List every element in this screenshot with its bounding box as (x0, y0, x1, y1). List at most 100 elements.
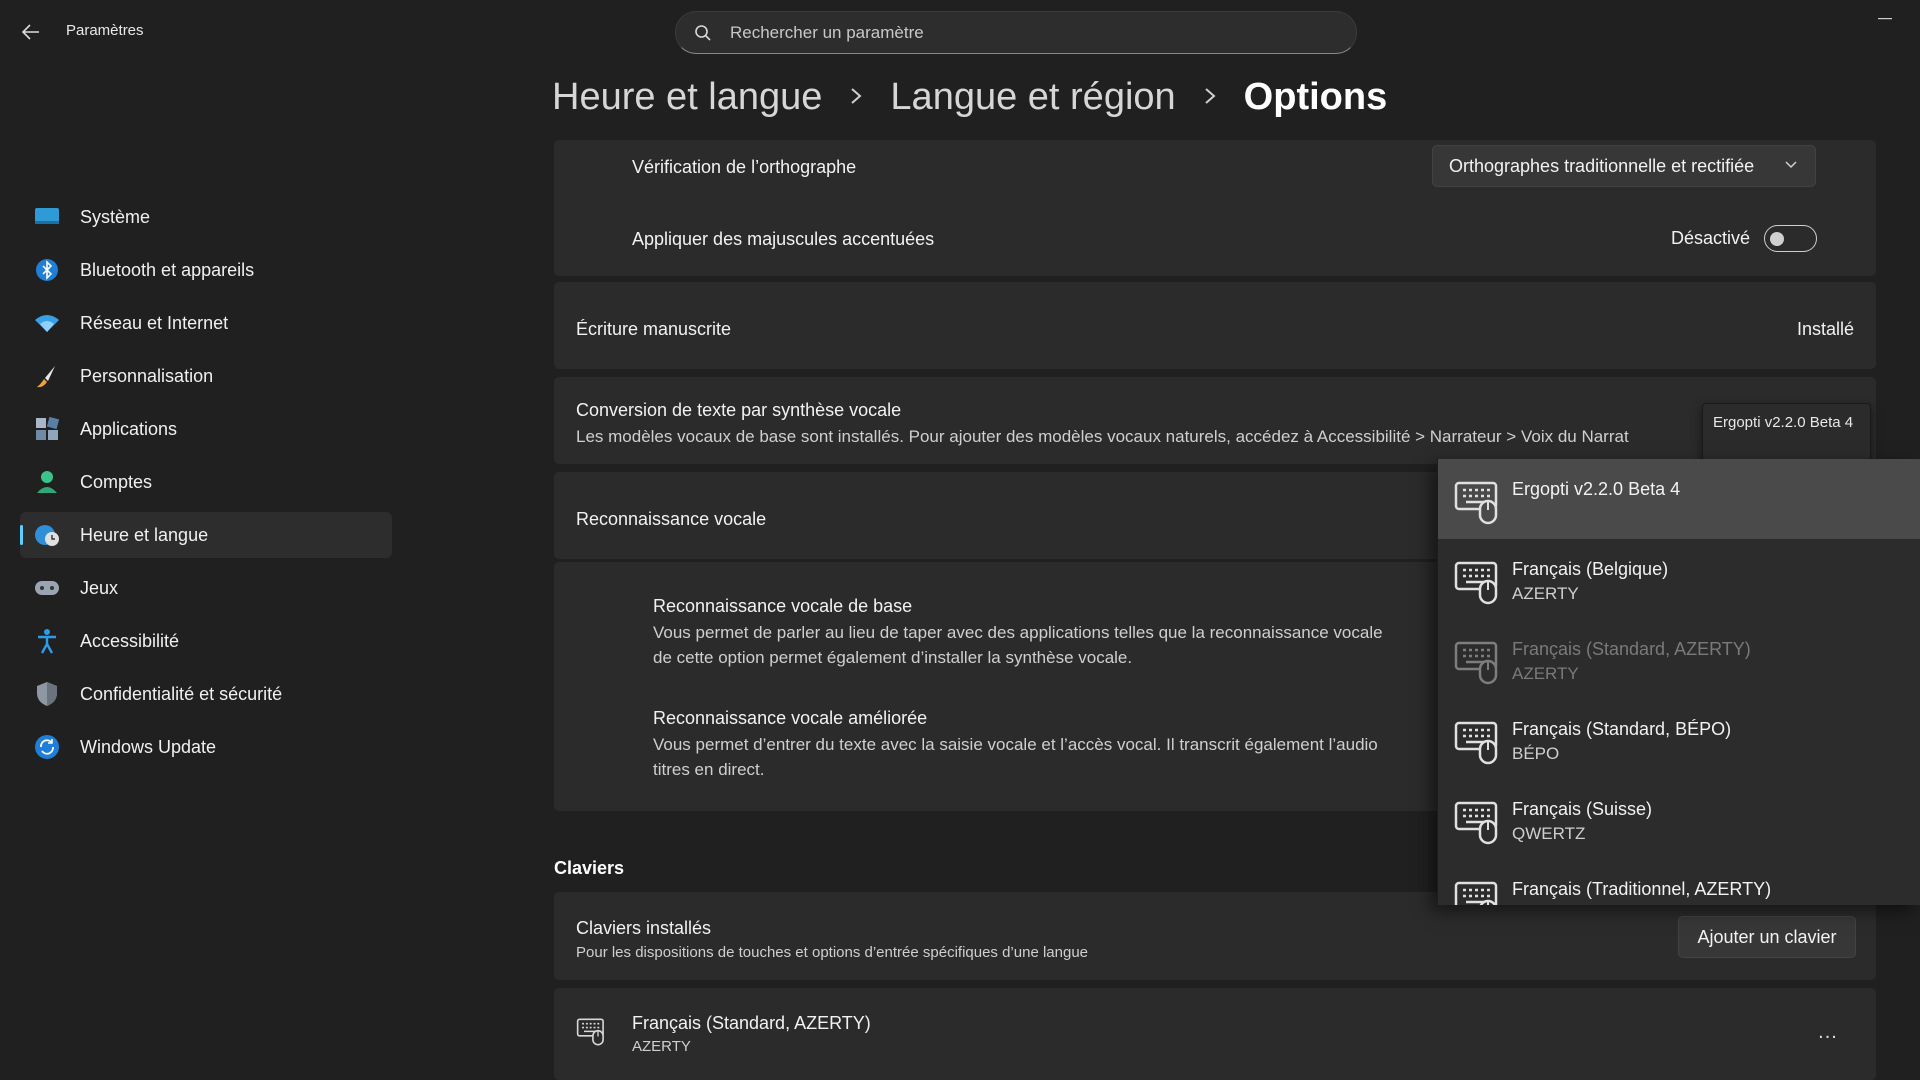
sidebar-item-label: Système (80, 206, 151, 227)
popup-item-standard-azerty: Français (Standard, AZERTY) AZERTY (1438, 619, 1920, 699)
accented-caps-toggle[interactable] (1764, 225, 1817, 252)
keyboard-icon (1454, 801, 1498, 845)
toggle-knob (1770, 232, 1784, 246)
monitor-icon (34, 204, 60, 230)
globe-clock-icon (34, 522, 60, 548)
chevron-right-icon (1204, 84, 1216, 112)
keyboard-icon (1454, 561, 1498, 605)
popup-item-name: Français (Standard, AZERTY) (1512, 639, 1751, 659)
tts-description: Les modèles vocaux de base sont installé… (576, 427, 1629, 446)
popup-item-name: Français (Suisse) (1512, 799, 1653, 819)
popup-item-traditionnel[interactable]: Français (Traditionnel, AZERTY) (1438, 859, 1920, 905)
installed-keyboards-desc: Pour les dispositions de touches et opti… (576, 944, 1089, 961)
popup-item-name: Ergopti v2.2.0 Beta 4 (1512, 479, 1681, 499)
toggle-state-label: Désactivé (1671, 228, 1751, 248)
sidebar-item-confidentialite[interactable]: Confidentialité et sécurité (20, 671, 392, 717)
popup-item-standard-bepo[interactable]: Français (Standard, BÉPO) BÉPO (1438, 699, 1920, 779)
sidebar-item-label: Windows Update (80, 736, 217, 757)
search-input[interactable] (730, 22, 1290, 43)
sidebar-item-reseau[interactable]: Réseau et Internet (20, 300, 392, 346)
brush-icon (34, 363, 60, 389)
keyboard-icon (576, 1018, 606, 1051)
handwriting-label: Écriture manuscrite (576, 319, 732, 339)
popup-item-suisse[interactable]: Français (Suisse) QWERTZ (1438, 779, 1920, 859)
sidebar-item-label: Réseau et Internet (80, 312, 229, 333)
keyboard-icon (1454, 641, 1498, 685)
popup-item-name: Français (Belgique) (1512, 559, 1669, 579)
wifi-icon (34, 310, 60, 336)
basic-speech-line1: Vous permet de parler au lieu de taper a… (653, 623, 1383, 642)
sidebar-item-jeux[interactable]: Jeux (20, 565, 392, 611)
enhanced-speech-line2: titres en direct. (653, 760, 765, 779)
popup-item-belgique[interactable]: Français (Belgique) AZERTY (1438, 539, 1920, 619)
sidebar-item-label: Confidentialité et sécurité (80, 683, 283, 704)
handwriting-card (554, 282, 1876, 369)
breadcrumb-heure-langue[interactable]: Heure et langue (552, 76, 822, 119)
enhanced-speech-title: Reconnaissance vocale améliorée (653, 708, 928, 728)
shield-icon (34, 681, 60, 707)
sidebar-item-label: Heure et langue (80, 524, 209, 545)
minimize-icon (1878, 18, 1892, 20)
sidebar-item-systeme[interactable]: Système (20, 194, 392, 240)
tooltip: Ergopti v2.2.0 Beta 4 (1702, 403, 1871, 461)
enhanced-speech-line1: Vous permet d’entrer du texte avec la sa… (653, 735, 1378, 754)
back-button[interactable] (14, 16, 48, 48)
chevron-down-icon (1785, 158, 1797, 172)
sidebar-item-heure-langue[interactable]: Heure et langue (20, 512, 392, 558)
update-icon (34, 734, 60, 760)
popup-item-layout: AZERTY (1512, 584, 1579, 603)
user-icon (34, 469, 60, 495)
basic-speech-line2: de cette option permet également d’insta… (653, 648, 1133, 667)
minimize-button[interactable] (1876, 10, 1894, 28)
chevron-right-icon (850, 84, 862, 112)
breadcrumb: Heure et langue Langue et région Options (552, 76, 1387, 119)
keyboard-item-row (554, 988, 1876, 1080)
sidebar-item-accessibilite[interactable]: Accessibilité (20, 618, 392, 664)
popup-item-name: Français (Standard, BÉPO) (1512, 719, 1732, 739)
handwriting-status: Installé (1797, 319, 1855, 339)
installed-keyboards-label: Claviers installés (576, 918, 712, 938)
sidebar-item-comptes[interactable]: Comptes (20, 459, 392, 505)
speech-recognition-label: Reconnaissance vocale (576, 509, 767, 529)
spellcheck-value: Orthographes traditionnelle et rectifiée (1449, 155, 1755, 176)
popup-item-layout: AZERTY (1512, 664, 1579, 683)
keyboard-layout: AZERTY (632, 1038, 691, 1055)
spellcheck-dropdown[interactable]: Orthographes traditionnelle et rectifiée (1432, 145, 1816, 187)
popup-item-ergopti[interactable]: Ergopti v2.2.0 Beta 4 (1438, 459, 1920, 539)
sidebar-item-label: Personnalisation (80, 365, 214, 386)
popup-item-layout: QWERTZ (1512, 824, 1586, 843)
sidebar-item-label: Comptes (80, 471, 153, 492)
sidebar-nav: Système Bluetooth et appareils Réseau et… (20, 194, 392, 777)
more-options-button[interactable]: ... (1810, 1018, 1846, 1046)
keyboard-icon (1454, 881, 1498, 905)
accessibility-icon (34, 628, 60, 654)
sidebar-item-label: Accessibilité (80, 630, 180, 651)
popup-item-layout: BÉPO (1512, 744, 1560, 763)
sidebar-item-label: Bluetooth et appareils (80, 259, 255, 280)
search-icon (695, 24, 711, 41)
page-title: Options (1243, 76, 1388, 118)
add-keyboard-button[interactable]: Ajouter un clavier (1678, 916, 1856, 958)
tts-label: Conversion de texte par synthèse vocale (576, 400, 902, 420)
keyboard-popup-list: Ergopti v2.2.0 Beta 4 Français (Belgique… (1437, 459, 1920, 905)
sidebar-item-bluetooth[interactable]: Bluetooth et appareils (20, 247, 392, 293)
back-arrow-icon (22, 24, 39, 40)
sidebar-item-applications[interactable]: Applications (20, 406, 392, 452)
gamepad-icon (34, 575, 60, 601)
sidebar-item-label: Applications (80, 418, 178, 439)
keyboard-icon (1454, 481, 1498, 525)
sidebar-item-label: Jeux (80, 577, 119, 598)
popup-item-name: Français (Traditionnel, AZERTY) (1512, 879, 1772, 899)
app-title: Paramètres (66, 22, 144, 39)
sidebar-item-windows-update[interactable]: Windows Update (20, 724, 392, 770)
search-box[interactable] (675, 11, 1357, 54)
keyboards-section-title: Claviers (554, 858, 625, 878)
keyboard-icon (1454, 721, 1498, 765)
basic-speech-title: Reconnaissance vocale de base (653, 596, 913, 616)
spellcheck-label: Vérification de l’orthographe (632, 157, 857, 177)
breadcrumb-langue-region[interactable]: Langue et région (890, 76, 1175, 119)
apps-icon (34, 416, 60, 442)
accented-caps-label: Appliquer des majuscules accentuées (632, 229, 935, 249)
keyboard-name: Français (Standard, AZERTY) (632, 1013, 871, 1033)
sidebar-item-personnalisation[interactable]: Personnalisation (20, 353, 392, 399)
